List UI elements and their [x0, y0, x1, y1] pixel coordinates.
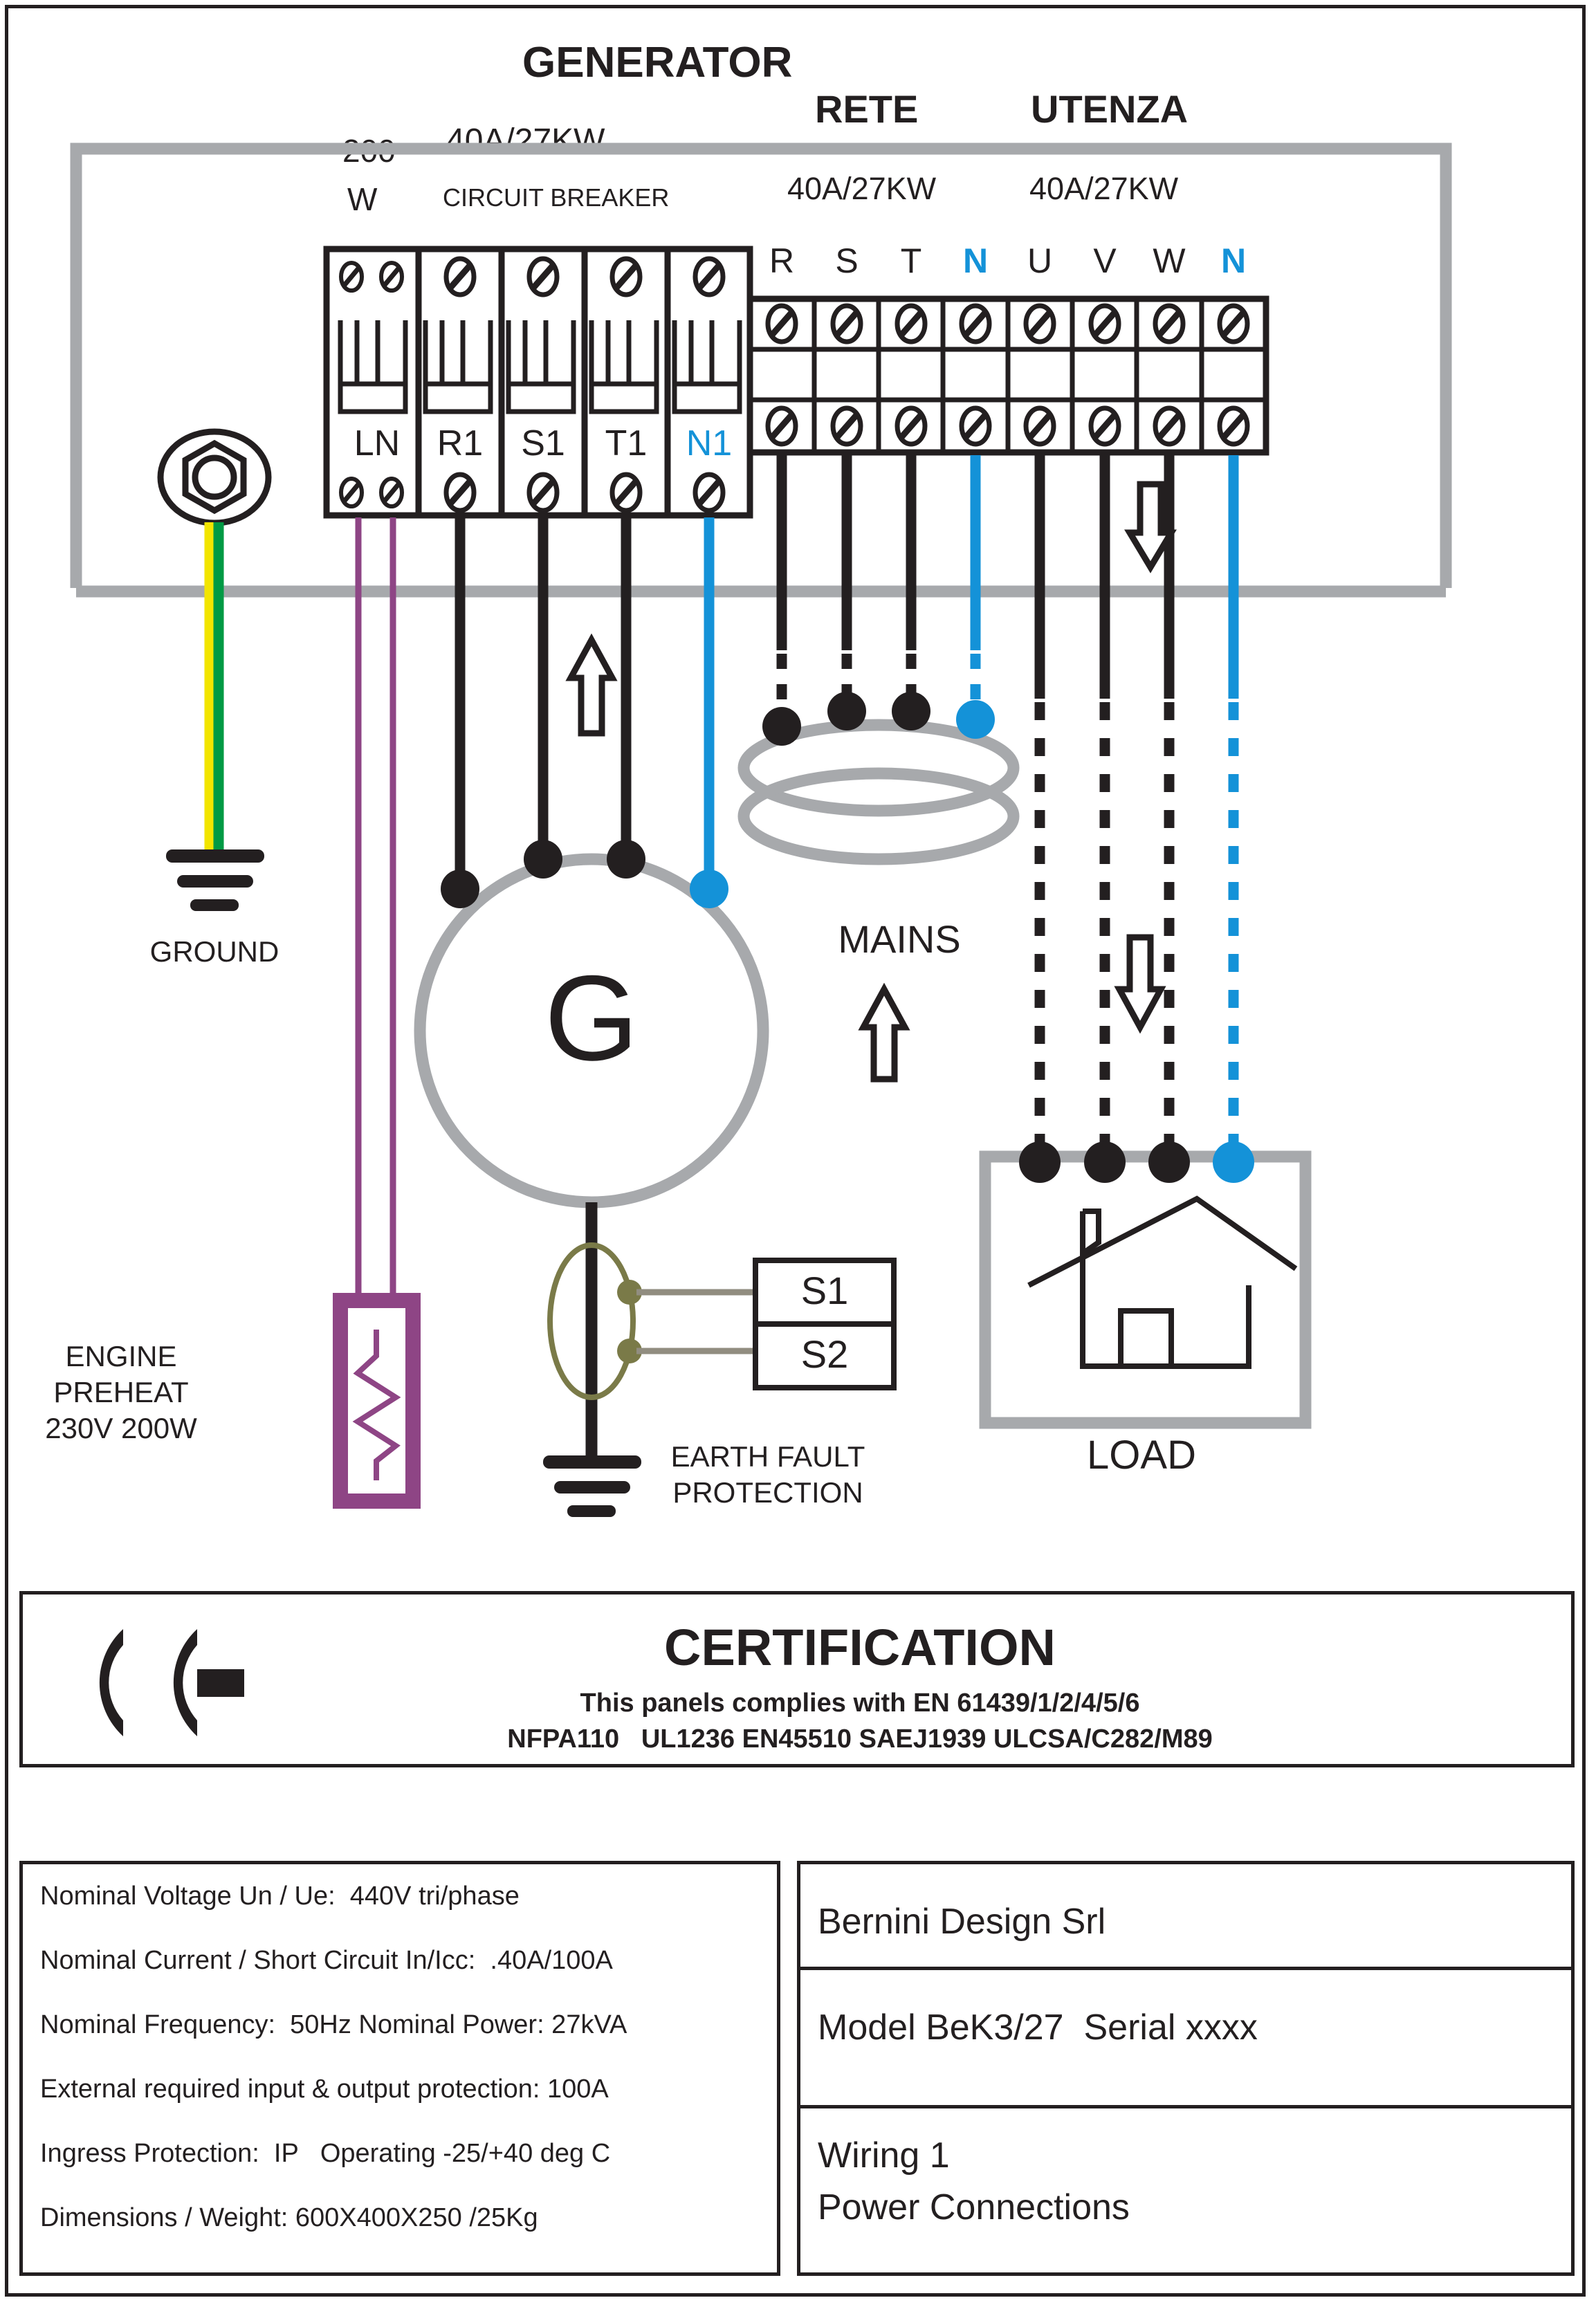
load-label: LOAD [1087, 1433, 1196, 1478]
ground-symbol-icon [166, 849, 264, 911]
load-wires [1034, 455, 1239, 1152]
ct-ground-symbol-icon [543, 1455, 641, 1517]
drawing-title-line2: Power Connections [818, 2187, 1130, 2227]
certification-heading: CERTIFICATION [664, 1619, 1056, 1676]
gen-node-s1 [524, 840, 562, 879]
certification-line1: This panels complies with EN 61439/1/2/4… [580, 1689, 1140, 1718]
terminal-label-s: S [835, 241, 859, 280]
mains-flow-arrow-icon [858, 982, 910, 1083]
terminal-label-v: V [1093, 241, 1117, 280]
ground-bolt-icon [157, 428, 272, 526]
terminal-label-n-utenza: N [1220, 241, 1247, 280]
load-flow-arrow-bottom-icon [1114, 934, 1166, 1034]
mains-node-n [956, 700, 995, 739]
breaker-pole-label-n1: N1 [686, 423, 733, 463]
engine-preheat-resistor-icon [333, 1293, 421, 1509]
load-enclosure [979, 1150, 1312, 1429]
breaker-pole-label-t1: T1 [605, 423, 648, 463]
breaker-pole-label-r1: R1 [437, 423, 484, 463]
spec-row-3: External required input & output protect… [40, 2075, 609, 2104]
company-name: Bernini Design Srl [818, 1902, 1106, 1942]
terminal-label-r: R [769, 241, 795, 280]
ct-terminal-s2-label: S2 [800, 1332, 849, 1376]
mains-label: MAINS [838, 917, 961, 961]
earth-fault-label-line2: PROTECTION [672, 1476, 863, 1509]
mains-node-s [827, 692, 866, 730]
ground-label: GROUND [149, 935, 279, 968]
terminal-label-u: U [1027, 241, 1053, 280]
generator-flow-arrow-icon [565, 633, 618, 737]
certification-line2: NFPA110 UL1236 EN45510 SAEJ1939 ULCSA/C2… [507, 1725, 1213, 1754]
mains-node-r [762, 707, 801, 746]
spec-row-5: Dimensions / Weight: 600X400X250 /25Kg [40, 2203, 538, 2232]
preheat-label-line1: ENGINE [65, 1340, 177, 1372]
earth-fault-label-line1: EARTH FAULT [670, 1440, 865, 1473]
preheat-label-line2: PREHEAT [53, 1376, 189, 1408]
generator-symbol-letter: G [544, 951, 639, 1086]
spec-row-0: Nominal Voltage Un / Ue: 440V tri/phase [40, 1882, 520, 1911]
mains-node-t [892, 692, 930, 730]
terminal-strip-block[interactable] [746, 295, 1269, 456]
breaker-pole-label-s1: S1 [521, 423, 565, 463]
circuit-breaker-block[interactable] [323, 246, 753, 519]
drawing-title-line1: Wiring 1 [818, 2135, 950, 2176]
gen-node-r1 [441, 870, 479, 908]
current-transformer-icon [547, 1242, 755, 1400]
terminal-label-w: W [1153, 241, 1186, 280]
preheat-label-line3: 230V 200W [45, 1412, 197, 1444]
ct-terminal-s1-label: S1 [800, 1269, 849, 1312]
model-serial: Model BeK3/27 Serial xxxx [818, 2007, 1258, 2048]
gen-node-n1 [690, 870, 728, 908]
mains-transformer-symbol [737, 692, 1020, 865]
breaker-pole-label-ln: LN [354, 423, 401, 463]
terminal-label-n-rete: N [962, 241, 989, 280]
gen-node-t1 [607, 840, 645, 879]
spec-row-2: Nominal Frequency: 50Hz Nominal Power: 2… [40, 2010, 627, 2039]
earth-wire-green-yellow [204, 522, 224, 852]
wiring-diagram-page: GENERATOR 40A/27KW CIRCUIT BREAKER 200 W… [0, 0, 1596, 2307]
spec-row-1: Nominal Current / Short Circuit In/Icc: … [40, 1946, 613, 1975]
identity-divider-1 [797, 1967, 1575, 1970]
terminal-label-t: T [900, 241, 922, 280]
spec-row-4: Ingress Protection: IP Operating -25/+40… [40, 2139, 611, 2168]
identity-divider-2 [797, 2105, 1575, 2108]
